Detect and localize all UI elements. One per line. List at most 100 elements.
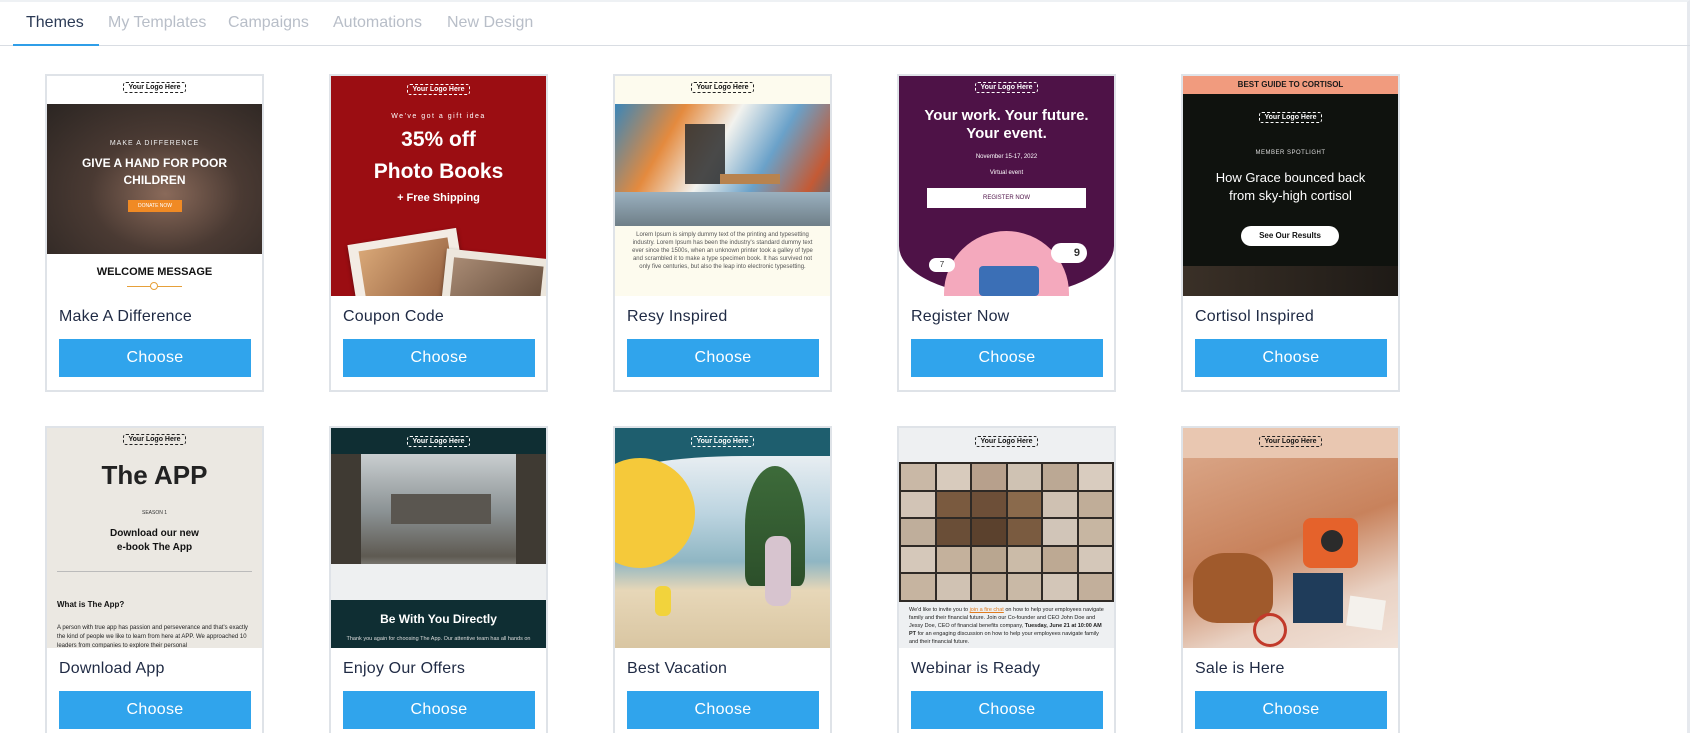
- event-date: November 15-17, 2022: [975, 154, 1038, 160]
- choose-button[interactable]: Choose: [911, 339, 1103, 377]
- gift-kicker: We've got a gift idea: [391, 113, 486, 120]
- body-text: We'd like to invite you to join a fire c…: [909, 607, 1104, 645]
- welcome-heading: WELCOME MESSAGE: [96, 266, 213, 278]
- template-thumbnail[interactable]: Your Logo Here Your work. Your future. Y…: [899, 76, 1114, 296]
- register-button-preview: REGISTER NOW: [927, 188, 1086, 208]
- tab-automations[interactable]: Automations: [333, 14, 422, 32]
- event-mode: Virtual event: [989, 170, 1024, 176]
- template-title: Coupon Code: [343, 308, 444, 325]
- ebook-subheadline: Download our new: [110, 528, 199, 539]
- event-headline-line-2: Your event.: [966, 125, 1047, 142]
- choose-button[interactable]: Choose: [911, 691, 1103, 729]
- ebook-subheadline-line-2: e-book The App: [116, 542, 193, 553]
- template-thumbnail[interactable]: Your Logo Here: [1183, 428, 1398, 648]
- template-thumbnail[interactable]: Your Logo Here Lorem Ipsum is simply dum…: [615, 76, 830, 296]
- active-tab-indicator: [13, 44, 99, 46]
- reaction-badge: 7: [929, 258, 955, 272]
- template-title: Resy Inspired: [627, 308, 728, 325]
- choose-button[interactable]: Choose: [343, 691, 535, 729]
- choose-button[interactable]: Choose: [1195, 691, 1387, 729]
- logo-placeholder: Your Logo Here: [974, 436, 1039, 447]
- logo-placeholder: Your Logo Here: [406, 84, 471, 95]
- choose-button[interactable]: Choose: [627, 691, 819, 729]
- template-card-webinar-is-ready[interactable]: Your Logo Here We'd like to invite you t…: [897, 426, 1116, 733]
- choose-button[interactable]: Choose: [1195, 339, 1387, 377]
- template-title: Download App: [59, 660, 165, 677]
- body-text: Lorem Ipsum is simply dummy text of the …: [632, 232, 813, 270]
- template-card-resy-inspired[interactable]: Your Logo Here Lorem Ipsum is simply dum…: [613, 74, 832, 392]
- tab-campaigns[interactable]: Campaigns: [228, 14, 309, 32]
- logo-placeholder: Your Logo Here: [122, 82, 187, 93]
- logo-placeholder: Your Logo Here: [690, 436, 755, 447]
- template-card-cortisol-inspired[interactable]: BEST GUIDE TO CORTISOL Your Logo Here ME…: [1181, 74, 1400, 392]
- logo-placeholder: Your Logo Here: [974, 82, 1039, 93]
- story-headline: How Grace bounced back: [1215, 170, 1366, 185]
- template-thumbnail[interactable]: Your Logo Here We've got a gift idea 35%…: [331, 76, 546, 296]
- season-label: SEASON 1: [141, 510, 167, 516]
- themes-panel: Themes My Templates Campaigns Automation…: [0, 0, 1690, 733]
- tab-new-design[interactable]: New Design: [447, 14, 533, 32]
- template-card-enjoy-our-offers[interactable]: Your Logo Here Be With You Directly Than…: [329, 426, 548, 733]
- template-thumbnail[interactable]: Your Logo Here Be With You Directly Than…: [331, 428, 546, 648]
- template-thumbnail[interactable]: Your Logo Here: [615, 428, 830, 648]
- template-title: Enjoy Our Offers: [343, 660, 466, 677]
- app-headline: The APP: [101, 460, 208, 490]
- logo-placeholder: Your Logo Here: [406, 436, 471, 447]
- product-still-life-image: [1183, 458, 1398, 648]
- product-headline: Photo Books: [373, 160, 504, 183]
- results-button-preview: See Our Results: [1241, 226, 1339, 246]
- mural-image: [615, 104, 830, 226]
- body-text: A person with true app has passion and p…: [57, 625, 248, 648]
- discount-headline: 35% off: [401, 128, 476, 151]
- choose-button[interactable]: Choose: [627, 339, 819, 377]
- template-thumbnail[interactable]: Your Logo Here MAKE A DIFFERENCE GIVE A …: [47, 76, 262, 296]
- chat-link: join a fire chat: [969, 607, 1004, 613]
- template-thumbnail[interactable]: BEST GUIDE TO CORTISOL Your Logo Here ME…: [1183, 76, 1398, 296]
- choose-button[interactable]: Choose: [343, 339, 535, 377]
- choose-button[interactable]: Choose: [59, 691, 251, 729]
- template-title: Cortisol Inspired: [1195, 308, 1315, 325]
- offer-headline: Be With You Directly: [380, 612, 497, 626]
- template-card-best-vacation[interactable]: Your Logo Here Best Vacation Choose: [613, 426, 832, 733]
- hero-kicker: MAKE A DIFFERENCE: [109, 140, 200, 147]
- video-call-grid-image: [899, 462, 1114, 602]
- template-title: Make A Difference: [59, 308, 192, 325]
- template-card-coupon-code[interactable]: Your Logo Here We've got a gift idea 35%…: [329, 74, 548, 392]
- hero-image: MAKE A DIFFERENCE GIVE A HAND FOR POOR C…: [47, 104, 262, 254]
- section-heading: What is The App?: [57, 600, 125, 609]
- hero-headline: GIVE A HAND FOR POOR: [81, 156, 228, 170]
- template-title: Sale is Here: [1195, 660, 1285, 677]
- story-headline-line-2: from sky-high cortisol: [1229, 188, 1352, 203]
- template-card-sale-is-here[interactable]: Your Logo Here Sale is Here Choose: [1181, 426, 1400, 733]
- tab-my-templates[interactable]: My Templates: [108, 14, 206, 32]
- tab-bar: Themes My Templates Campaigns Automation…: [0, 4, 1690, 46]
- shipping-subheadline: + Free Shipping: [397, 192, 480, 204]
- template-title: Webinar is Ready: [911, 660, 1041, 677]
- donate-button-preview: DONATE NOW: [128, 200, 182, 212]
- spotlight-kicker: MEMBER SPOTLIGHT: [1255, 150, 1326, 156]
- logo-placeholder: Your Logo Here: [690, 82, 755, 93]
- tab-themes[interactable]: Themes: [26, 14, 84, 32]
- event-headline: Your work. Your future.: [924, 107, 1089, 124]
- template-title: Register Now: [911, 308, 1010, 325]
- template-thumbnail[interactable]: Your Logo Here We'd like to invite you t…: [899, 428, 1114, 648]
- logo-placeholder: Your Logo Here: [1258, 436, 1323, 447]
- template-thumbnail[interactable]: Your Logo Here The APP SEASON 1 Download…: [47, 428, 262, 648]
- logo-placeholder: Your Logo Here: [122, 434, 187, 445]
- hero-headline-line-2: CHILDREN: [123, 173, 186, 187]
- top-banner: BEST GUIDE TO CORTISOL: [1183, 76, 1398, 94]
- ribbon-icon: [150, 282, 158, 290]
- photo-book-image: [439, 248, 546, 296]
- choose-button[interactable]: Choose: [59, 339, 251, 377]
- body-text: Thank you again for choosing The App. Ou…: [346, 636, 531, 642]
- drum-image: [979, 266, 1039, 296]
- reaction-badge: 9: [1051, 243, 1087, 263]
- snowy-temple-image: [331, 454, 546, 600]
- logo-placeholder: Your Logo Here: [1258, 112, 1323, 123]
- template-card-register-now[interactable]: Your Logo Here Your work. Your future. Y…: [897, 74, 1116, 392]
- divider: [57, 571, 252, 572]
- template-title: Best Vacation: [627, 660, 728, 677]
- template-card-download-app[interactable]: Your Logo Here The APP SEASON 1 Download…: [45, 426, 264, 733]
- sleeping-person-image: [1183, 266, 1398, 296]
- template-card-make-a-difference[interactable]: Your Logo Here MAKE A DIFFERENCE GIVE A …: [45, 74, 264, 392]
